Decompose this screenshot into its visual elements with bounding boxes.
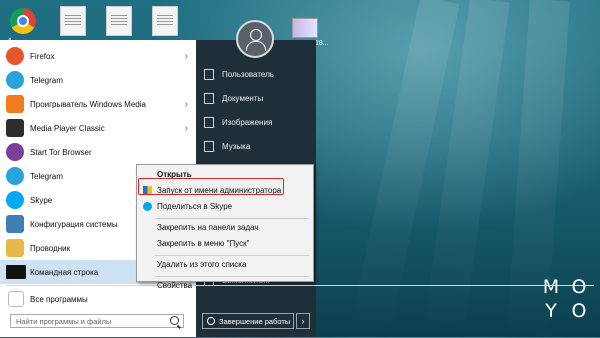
start-menu-item-label: Firefox xyxy=(30,51,55,61)
start-menu-item[interactable]: Media Player Classic › xyxy=(0,116,196,140)
start-menu-item-label: Start Tor Browser xyxy=(30,147,92,157)
mpc-icon xyxy=(6,119,24,137)
search-placeholder: Найти программы и файлы xyxy=(16,317,112,326)
context-menu-item[interactable]: Закрепить в меню "Пуск" xyxy=(137,237,313,251)
explorer-icon xyxy=(6,239,24,257)
context-menu-item-label: Удалить из этого списка xyxy=(157,260,247,269)
start-places-item-label: Музыка xyxy=(222,142,251,151)
skype-icon xyxy=(143,202,152,211)
submenu-arrow-icon[interactable]: › xyxy=(185,99,188,110)
start-menu-item[interactable]: Start Tor Browser xyxy=(0,140,196,164)
chrome-desktop-icon[interactable] xyxy=(10,8,36,34)
context-menu-separator xyxy=(155,255,309,256)
shutdown-button[interactable]: Завершение работы xyxy=(202,313,294,329)
start-menu-item[interactable]: Firefox › xyxy=(0,44,196,68)
desktop-icon-label: 18... xyxy=(315,40,329,47)
start-menu-item[interactable]: Telegram xyxy=(0,68,196,92)
start-search-input[interactable]: Найти программы и файлы xyxy=(10,314,184,328)
shutdown-options-button[interactable]: › xyxy=(296,313,310,329)
search-icon xyxy=(170,316,179,325)
start-menu-item-label: Проигрыватель Windows Media xyxy=(30,99,146,109)
user-avatar[interactable] xyxy=(236,20,274,58)
pictures-icon xyxy=(204,117,214,128)
start-menu-item-label: Командная строка xyxy=(30,267,99,277)
context-menu-separator xyxy=(155,276,309,277)
context-menu-item-label: Закрепить в меню "Пуск" xyxy=(157,239,250,248)
start-places-item[interactable]: Музыка xyxy=(200,138,312,156)
start-menu-item-label: Skype xyxy=(30,195,53,205)
start-menu-item-label: Telegram xyxy=(30,75,63,85)
document-desktop-icon[interactable] xyxy=(106,6,132,36)
documents-icon xyxy=(204,93,214,104)
submenu-arrow-icon[interactable]: › xyxy=(185,123,188,134)
context-menu-separator xyxy=(155,218,309,219)
start-places-item[interactable]: Документы xyxy=(200,90,312,108)
telegram-icon xyxy=(6,167,24,185)
music-icon xyxy=(204,141,214,152)
start-places-item-label: Пользователь xyxy=(222,70,274,79)
run-as-admin-highlight xyxy=(138,178,284,195)
all-programs-label: Все программы xyxy=(30,294,88,304)
document-desktop-icon[interactable] xyxy=(60,6,86,36)
telegram-icon xyxy=(6,71,24,89)
all-programs-icon xyxy=(8,291,24,307)
start-places-item-label: Изображения xyxy=(222,118,273,127)
start-places-item[interactable]: Пользователь xyxy=(200,66,312,84)
media-player-icon xyxy=(6,95,24,113)
submenu-arrow-icon[interactable]: › xyxy=(185,51,188,62)
firefox-icon xyxy=(6,47,24,65)
context-menu-item-label: Поделиться в Skype xyxy=(157,202,233,211)
image-desktop-icon[interactable] xyxy=(292,18,318,38)
shutdown-label: Завершение работы xyxy=(219,317,291,326)
msconfig-icon xyxy=(6,215,24,233)
start-menu-item-label: Конфигурация системы xyxy=(30,219,118,229)
context-menu-item[interactable]: Свойства xyxy=(137,279,313,293)
power-icon xyxy=(207,317,215,325)
tor-icon xyxy=(6,143,24,161)
start-places-item[interactable]: Изображения xyxy=(200,114,312,132)
skype-icon xyxy=(6,191,24,209)
start-menu-item-label: Media Player Classic xyxy=(30,123,105,133)
start-menu-item[interactable]: Проигрыватель Windows Media › xyxy=(0,92,196,116)
context-menu-item-label: Свойства xyxy=(157,281,193,290)
context-menu-item-label: Закрепить на панели задач xyxy=(157,223,259,232)
context-menu-item[interactable]: Закрепить на панели задач xyxy=(137,221,313,235)
context-menu-item[interactable]: Поделиться в Skype xyxy=(137,200,313,214)
start-places-item-label: Документы xyxy=(222,94,264,103)
cmd-icon xyxy=(6,265,26,279)
context-menu-item[interactable]: Удалить из этого списка xyxy=(137,258,313,272)
start-menu-item-label: Telegram xyxy=(30,171,63,181)
document-desktop-icon[interactable] xyxy=(152,6,178,36)
user-folder-icon xyxy=(204,69,214,80)
start-menu-item-label: Проводник xyxy=(30,243,71,253)
